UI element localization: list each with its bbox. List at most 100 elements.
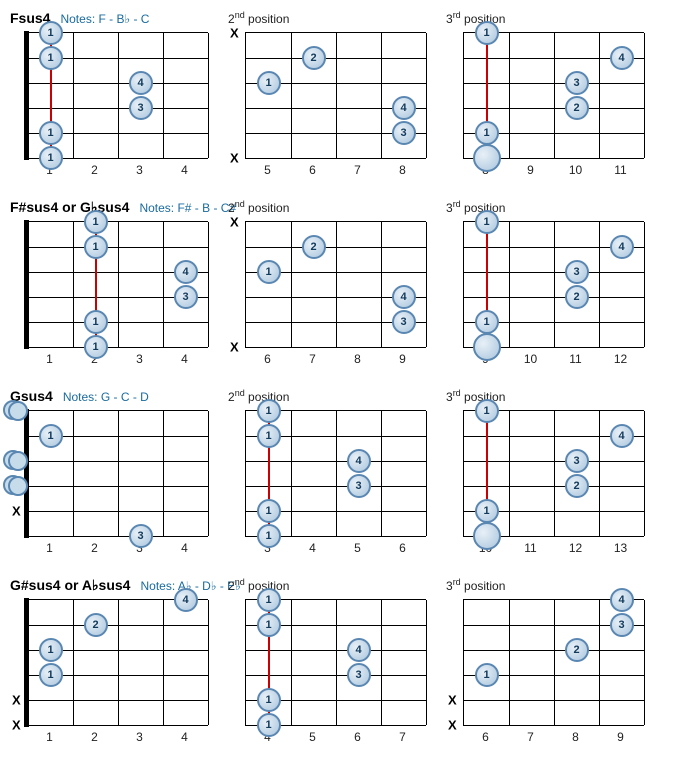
finger-dot [473, 522, 501, 550]
finger-dot: 3 [129, 524, 153, 548]
position-label: 2nd position [228, 10, 289, 26]
mute-string-icon: X [230, 340, 239, 355]
finger-dot: 1 [84, 335, 108, 359]
chord-diagram: 2nd position2143XX5678 [228, 10, 428, 177]
chord-diagram: 3rd position4321XX6789 [446, 577, 646, 744]
fret-number: 5 [245, 163, 290, 177]
fret-number: 12 [598, 352, 643, 366]
chord-name: F#sus4 or G♭sus4 [10, 199, 129, 216]
finger-dot: 1 [257, 71, 281, 95]
finger-dot [473, 333, 501, 361]
fret-number: 13 [598, 541, 643, 555]
chord-diagram: G#sus4 or A♭sus4Notes: A♭ - D♭ - E♭4211X… [10, 577, 210, 744]
chord-diagram: 2nd position1143113456 [228, 388, 428, 555]
finger-dot: 1 [39, 424, 63, 448]
finger-dot: 4 [129, 71, 153, 95]
fret-number: 8 [335, 352, 380, 366]
fret-number: 6 [245, 352, 290, 366]
fret-number: 7 [290, 352, 335, 366]
fret-numbers: 1234 [10, 352, 210, 366]
fret-number: 6 [335, 730, 380, 744]
finger-dot: 3 [347, 474, 371, 498]
chord-row: F#sus4 or G♭sus4Notes: F# - B - C#114311… [10, 199, 671, 366]
mute-string-icon: X [230, 215, 239, 230]
finger-dot: 1 [475, 121, 499, 145]
fretboard: 2143XX [228, 221, 428, 348]
fret-number: 4 [162, 352, 207, 366]
finger-dot: 3 [565, 449, 589, 473]
finger-dot: 1 [39, 121, 63, 145]
mute-string-icon: X [230, 26, 239, 41]
fretboard: 114311 [228, 410, 428, 537]
chord-diagram: 2nd position2143XX6789 [228, 199, 428, 366]
finger-dot: 1 [39, 638, 63, 662]
fret-number: 2 [72, 730, 117, 744]
fret-number: 3 [117, 730, 162, 744]
finger-dot: 1 [257, 424, 281, 448]
position-label: 3rd position [446, 10, 505, 26]
mute-string-icon: X [448, 718, 457, 733]
position-label: 3rd position [446, 388, 505, 404]
chord-row: Gsus4Notes: G - C - D13X12342nd position… [10, 388, 671, 555]
mute-string-icon: X [12, 504, 21, 519]
finger-dot: 1 [475, 399, 499, 423]
open-string-icon [8, 476, 28, 496]
finger-dot: 4 [174, 588, 198, 612]
finger-dot: 2 [565, 474, 589, 498]
fret-number: 4 [162, 163, 207, 177]
fret-number: 4 [290, 541, 335, 555]
fretboard: 14321 [446, 221, 646, 348]
finger-dot: 3 [392, 310, 416, 334]
finger-dot: 4 [392, 285, 416, 309]
fret-numbers: 5678 [228, 163, 428, 177]
finger-dot: 3 [565, 71, 589, 95]
finger-dot: 4 [610, 46, 634, 70]
finger-dot: 1 [84, 310, 108, 334]
fret-number: 10 [553, 163, 598, 177]
mute-string-icon: X [448, 693, 457, 708]
fretboard: 2143XX [228, 32, 428, 159]
chord-diagram: 3rd position14321891011 [446, 10, 646, 177]
fret-number: 1 [27, 730, 72, 744]
fret-number: 10 [508, 352, 553, 366]
fretboard: 14321 [446, 410, 646, 537]
position-label: 3rd position [446, 577, 505, 593]
fret-number: 5 [335, 541, 380, 555]
position-label: 2nd position [228, 577, 289, 593]
chord-diagram: 2nd position1143114567 [228, 577, 428, 744]
finger-dot: 1 [257, 399, 281, 423]
chord-diagram: 3rd position1432110111213 [446, 388, 646, 555]
finger-dot: 3 [347, 663, 371, 687]
fretboard: 13X [10, 410, 210, 537]
fret-number: 9 [508, 163, 553, 177]
fretboard: 114311 [10, 221, 210, 348]
finger-dot: 1 [257, 588, 281, 612]
finger-dot: 1 [475, 663, 499, 687]
open-string-icon [8, 401, 28, 421]
chord-row: Fsus4Notes: F - B♭ - C11431112342nd posi… [10, 10, 671, 177]
fretboard: 114311 [10, 32, 210, 159]
finger-dot: 3 [392, 121, 416, 145]
fret-numbers: 1234 [10, 730, 210, 744]
finger-dot: 4 [347, 638, 371, 662]
finger-dot: 1 [257, 524, 281, 548]
finger-dot: 3 [610, 613, 634, 637]
finger-dot: 1 [475, 21, 499, 45]
finger-dot: 1 [257, 260, 281, 284]
fret-number: 5 [290, 730, 335, 744]
chord-row: G#sus4 or A♭sus4Notes: A♭ - D♭ - E♭4211X… [10, 577, 671, 744]
nut [24, 31, 29, 160]
finger-dot: 4 [610, 235, 634, 259]
finger-dot: 2 [565, 638, 589, 662]
chord-diagram: Gsus4Notes: G - C - D13X1234 [10, 388, 210, 555]
chord-notes: Notes: G - C - D [63, 390, 149, 404]
fret-number: 3 [117, 352, 162, 366]
finger-dot: 4 [610, 588, 634, 612]
finger-dot: 1 [84, 210, 108, 234]
finger-dot: 4 [392, 96, 416, 120]
finger-dot: 1 [257, 613, 281, 637]
position-label: 3rd position [446, 199, 505, 215]
fret-numbers: 1234 [10, 541, 210, 555]
finger-dot: 2 [302, 235, 326, 259]
fret-number: 4 [162, 730, 207, 744]
